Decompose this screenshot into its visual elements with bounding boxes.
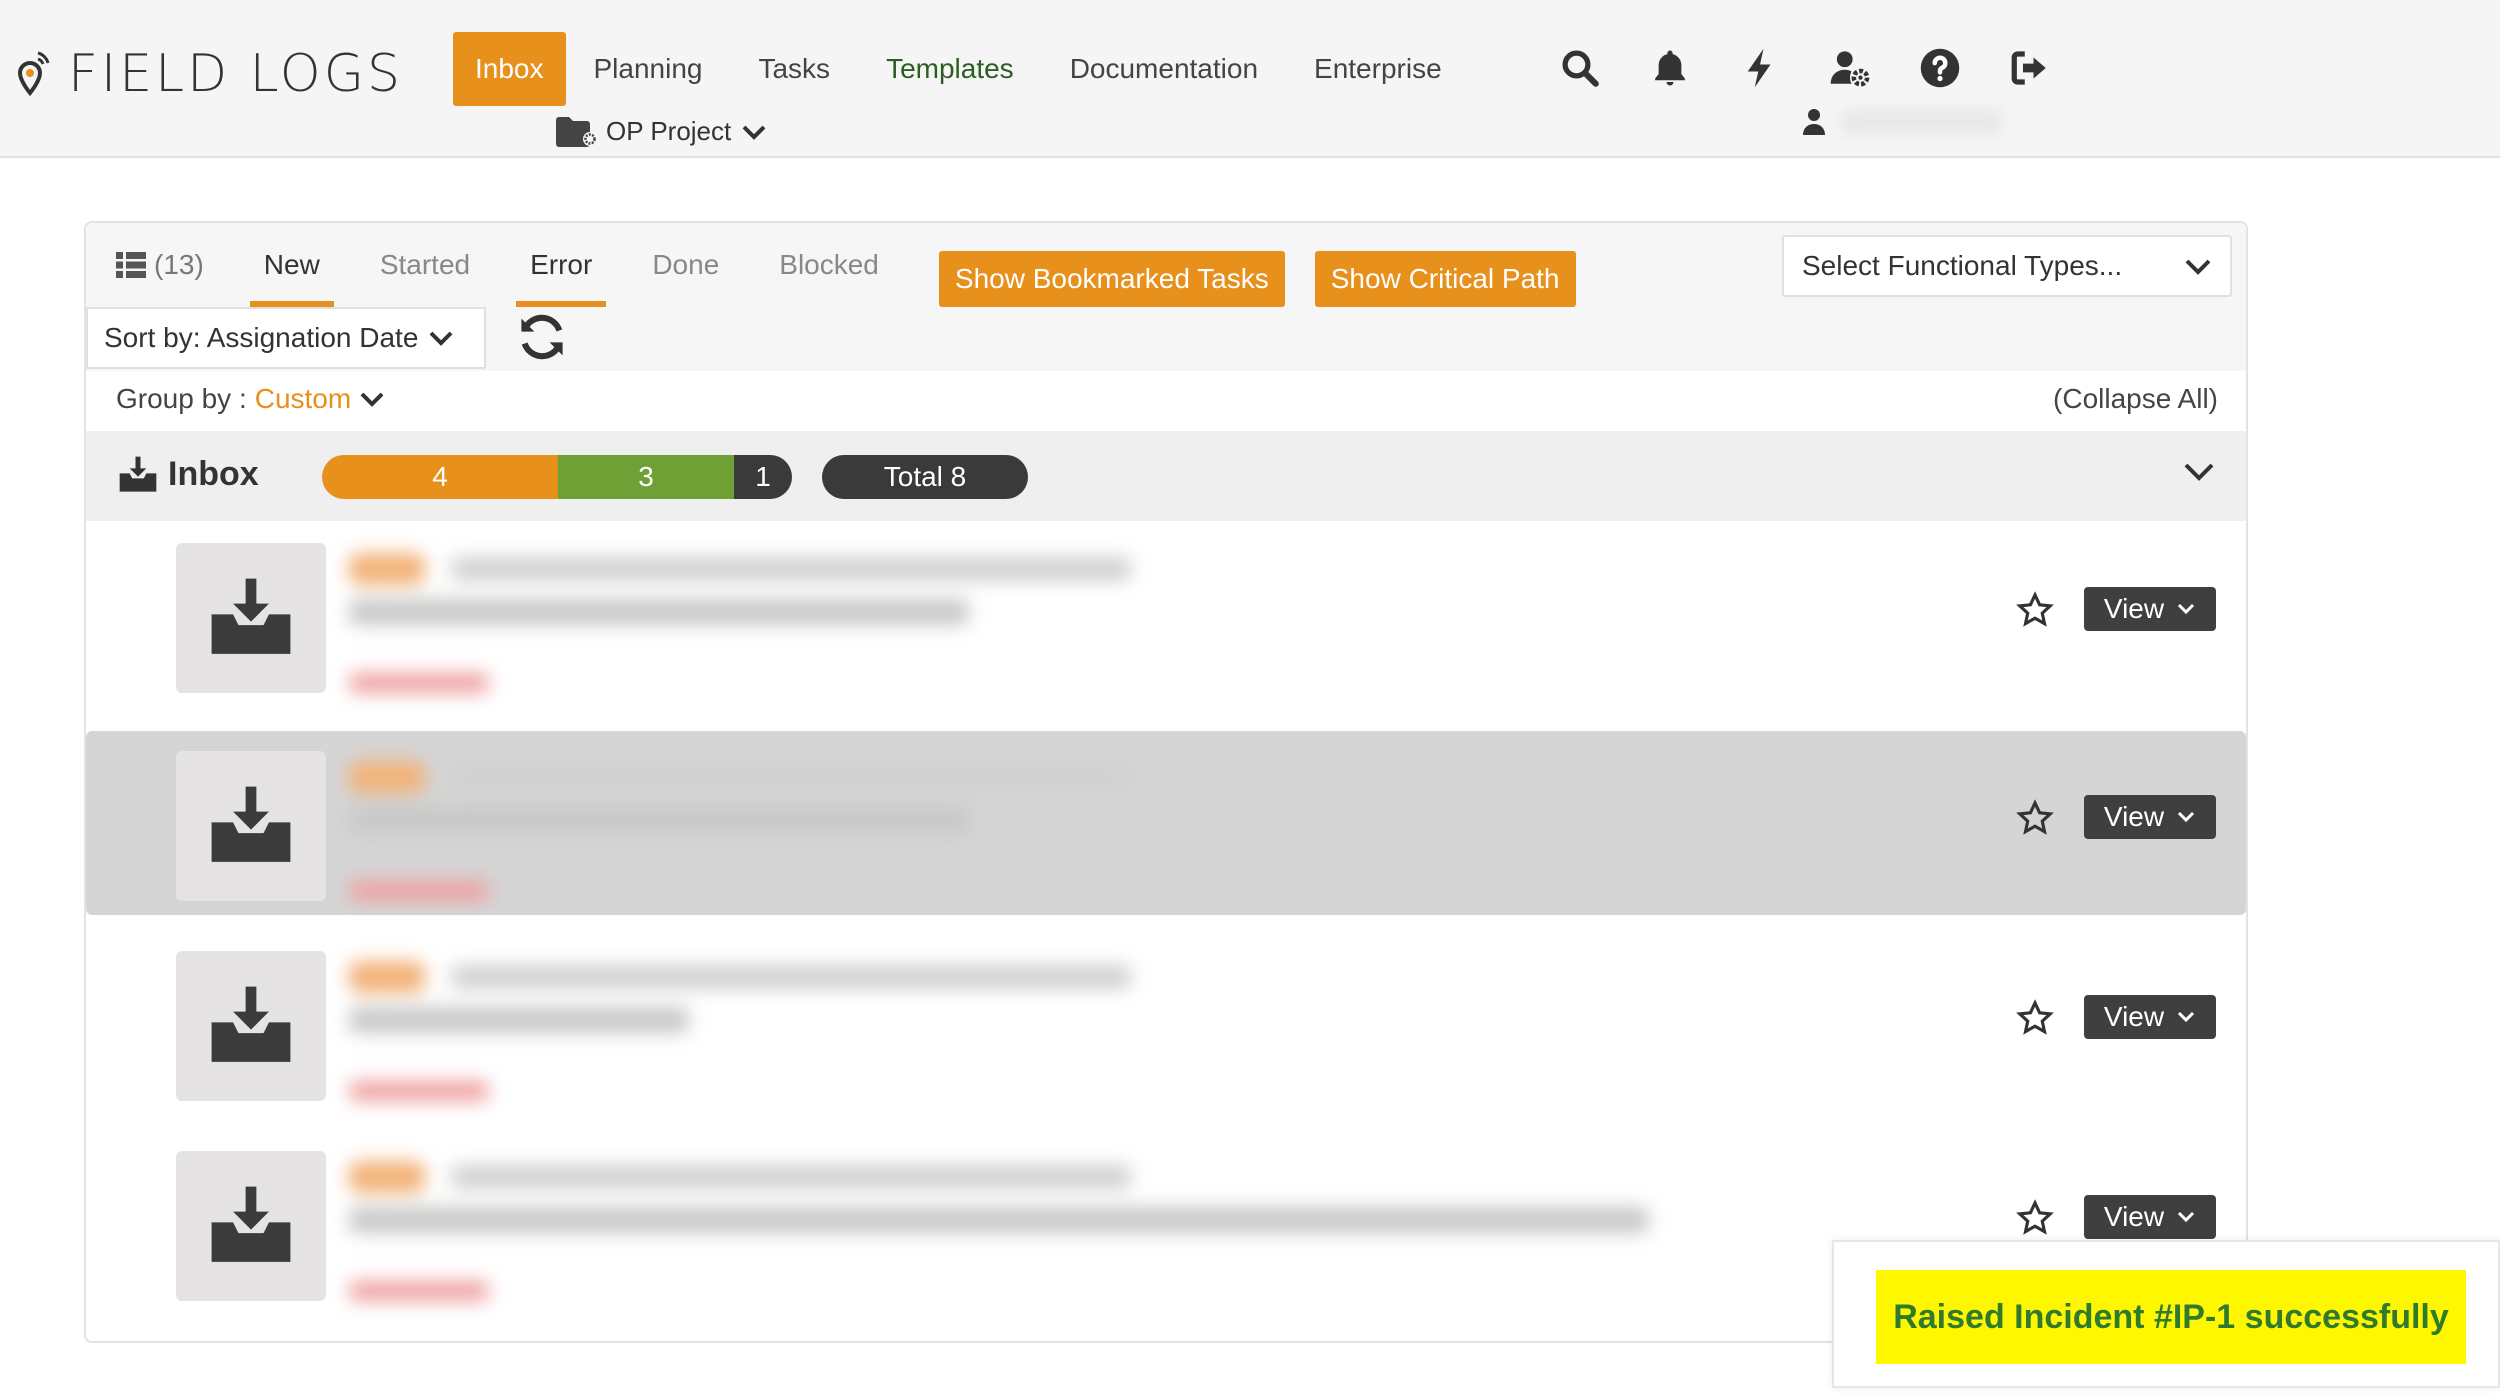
task-count: (13) (154, 249, 204, 280)
show-critical-path-button[interactable]: Show Critical Path (1314, 251, 1576, 307)
chevron-down-icon (742, 125, 766, 140)
bell-icon[interactable] (1625, 42, 1715, 94)
logout-icon[interactable] (1985, 42, 2075, 94)
filter-bar: (13) New Started Error Done Blocked Show… (86, 223, 2246, 371)
group-header[interactable]: Inbox 4 3 1 Total 8 (86, 431, 2246, 521)
task-panel: (13) New Started Error Done Blocked Show… (84, 221, 2248, 1343)
group-by-label: Group by : (116, 383, 247, 414)
inbox-download-icon (211, 986, 291, 1062)
refresh-icon[interactable] (516, 311, 568, 363)
inbox-download-icon (211, 578, 291, 654)
location-pin-icon (17, 51, 50, 97)
nav-tasks[interactable]: Tasks (730, 32, 858, 106)
header-icons (1535, 42, 2075, 94)
nav-documentation[interactable]: Documentation (1042, 32, 1286, 106)
error-count-segment: 1 (734, 455, 792, 499)
group-by-value: Custom (254, 383, 352, 414)
tab-blocked[interactable]: Blocked (749, 235, 909, 307)
top-header: FIELD LOGS Inbox Planning Tasks Template… (0, 0, 2500, 158)
chevron-down-icon (2178, 1211, 2195, 1223)
tab-done[interactable]: Done (622, 235, 749, 307)
blurred-task-details (331, 1131, 1691, 1315)
view-button[interactable]: View (2084, 1195, 2216, 1239)
tab-new[interactable]: New (249, 235, 334, 307)
task-row-selected[interactable]: View (86, 731, 2246, 915)
bookmark-star-icon[interactable] (2016, 1199, 2054, 1237)
list-view-toggle[interactable]: (13) (116, 235, 234, 295)
user-icon (1803, 109, 1825, 135)
view-label: View (2103, 593, 2165, 624)
chevron-down-icon (2178, 1011, 2195, 1023)
chevron-down-icon (2178, 811, 2195, 823)
collapse-all-link[interactable]: (Collapse All) (2053, 383, 2218, 415)
inbox-download-icon (211, 786, 291, 862)
folder-settings-icon (556, 116, 597, 147)
sort-select[interactable]: Sort by: Assignation Date (86, 307, 486, 369)
view-button[interactable]: View (2084, 587, 2216, 631)
functional-types-select[interactable]: Select Functional Types... (1782, 235, 2232, 297)
new-count-segment: 4 (322, 455, 558, 499)
task-row[interactable]: View (86, 931, 2246, 1115)
app-logo[interactable]: FIELD LOGS (14, 44, 403, 104)
status-breakdown-bar: 4 3 1 (322, 455, 792, 499)
app-name: FIELD LOGS (68, 44, 403, 104)
tab-started[interactable]: Started (350, 235, 500, 307)
user-info[interactable] (1802, 108, 2002, 136)
blurred-task-details (331, 931, 1691, 1115)
status-tabs: (13) New Started Error Done Blocked Show… (116, 235, 1576, 307)
chevron-down-icon (360, 392, 384, 407)
task-thumbnail (176, 951, 326, 1101)
task-thumbnail (176, 1151, 326, 1301)
project-selector[interactable]: OP Project (556, 116, 767, 147)
notification-toast[interactable]: Raised Incident #IP-1 successfully (1832, 1240, 2500, 1388)
tab-error[interactable]: Error (516, 235, 607, 307)
functional-types-placeholder: Select Functional Types... (1802, 250, 2123, 281)
task-thumbnail (176, 543, 326, 693)
total-badge: Total 8 (822, 455, 1028, 499)
blurred-task-details (331, 731, 1691, 915)
nav-planning[interactable]: Planning (566, 32, 731, 106)
task-thumbnail (176, 751, 326, 901)
project-name: OP Project (606, 116, 732, 146)
task-row[interactable]: View (86, 523, 2246, 707)
chevron-down-icon (2178, 603, 2195, 615)
view-label: View (2103, 1001, 2165, 1032)
blurred-task-details (331, 523, 1691, 707)
group-title: Inbox (168, 455, 259, 493)
bookmark-star-icon[interactable] (2016, 591, 2054, 629)
view-label: View (2103, 801, 2165, 832)
started-count-segment: 3 (558, 455, 734, 499)
bolt-icon[interactable] (1715, 42, 1805, 94)
inbox-download-icon (211, 1186, 291, 1262)
inbox-download-icon (119, 456, 157, 492)
chevron-down-icon (2185, 259, 2211, 275)
list-icon (116, 252, 146, 278)
show-bookmarked-button[interactable]: Show Bookmarked Tasks (938, 251, 1285, 307)
chevron-down-icon[interactable] (2182, 459, 2216, 483)
user-settings-icon[interactable] (1805, 42, 1895, 94)
chevron-down-icon (429, 331, 453, 346)
view-button[interactable]: View (2084, 795, 2216, 839)
nav-enterprise[interactable]: Enterprise (1286, 32, 1470, 106)
group-by-selector[interactable]: Group by : Custom (116, 383, 385, 415)
sort-label: Sort by: Assignation Date (104, 322, 419, 353)
nav-inbox[interactable]: Inbox (453, 32, 566, 106)
bookmark-star-icon[interactable] (2016, 799, 2054, 837)
bookmark-star-icon[interactable] (2016, 999, 2054, 1037)
help-icon[interactable] (1895, 42, 1985, 94)
nav-templates[interactable]: Templates (858, 32, 1042, 106)
blurred-username (1842, 109, 2002, 135)
main-nav: Inbox Planning Tasks Templates Documenta… (453, 32, 1470, 106)
search-icon[interactable] (1535, 42, 1625, 94)
view-label: View (2103, 1201, 2165, 1232)
toast-message: Raised Incident #IP-1 successfully (1876, 1270, 2466, 1364)
view-button[interactable]: View (2084, 995, 2216, 1039)
